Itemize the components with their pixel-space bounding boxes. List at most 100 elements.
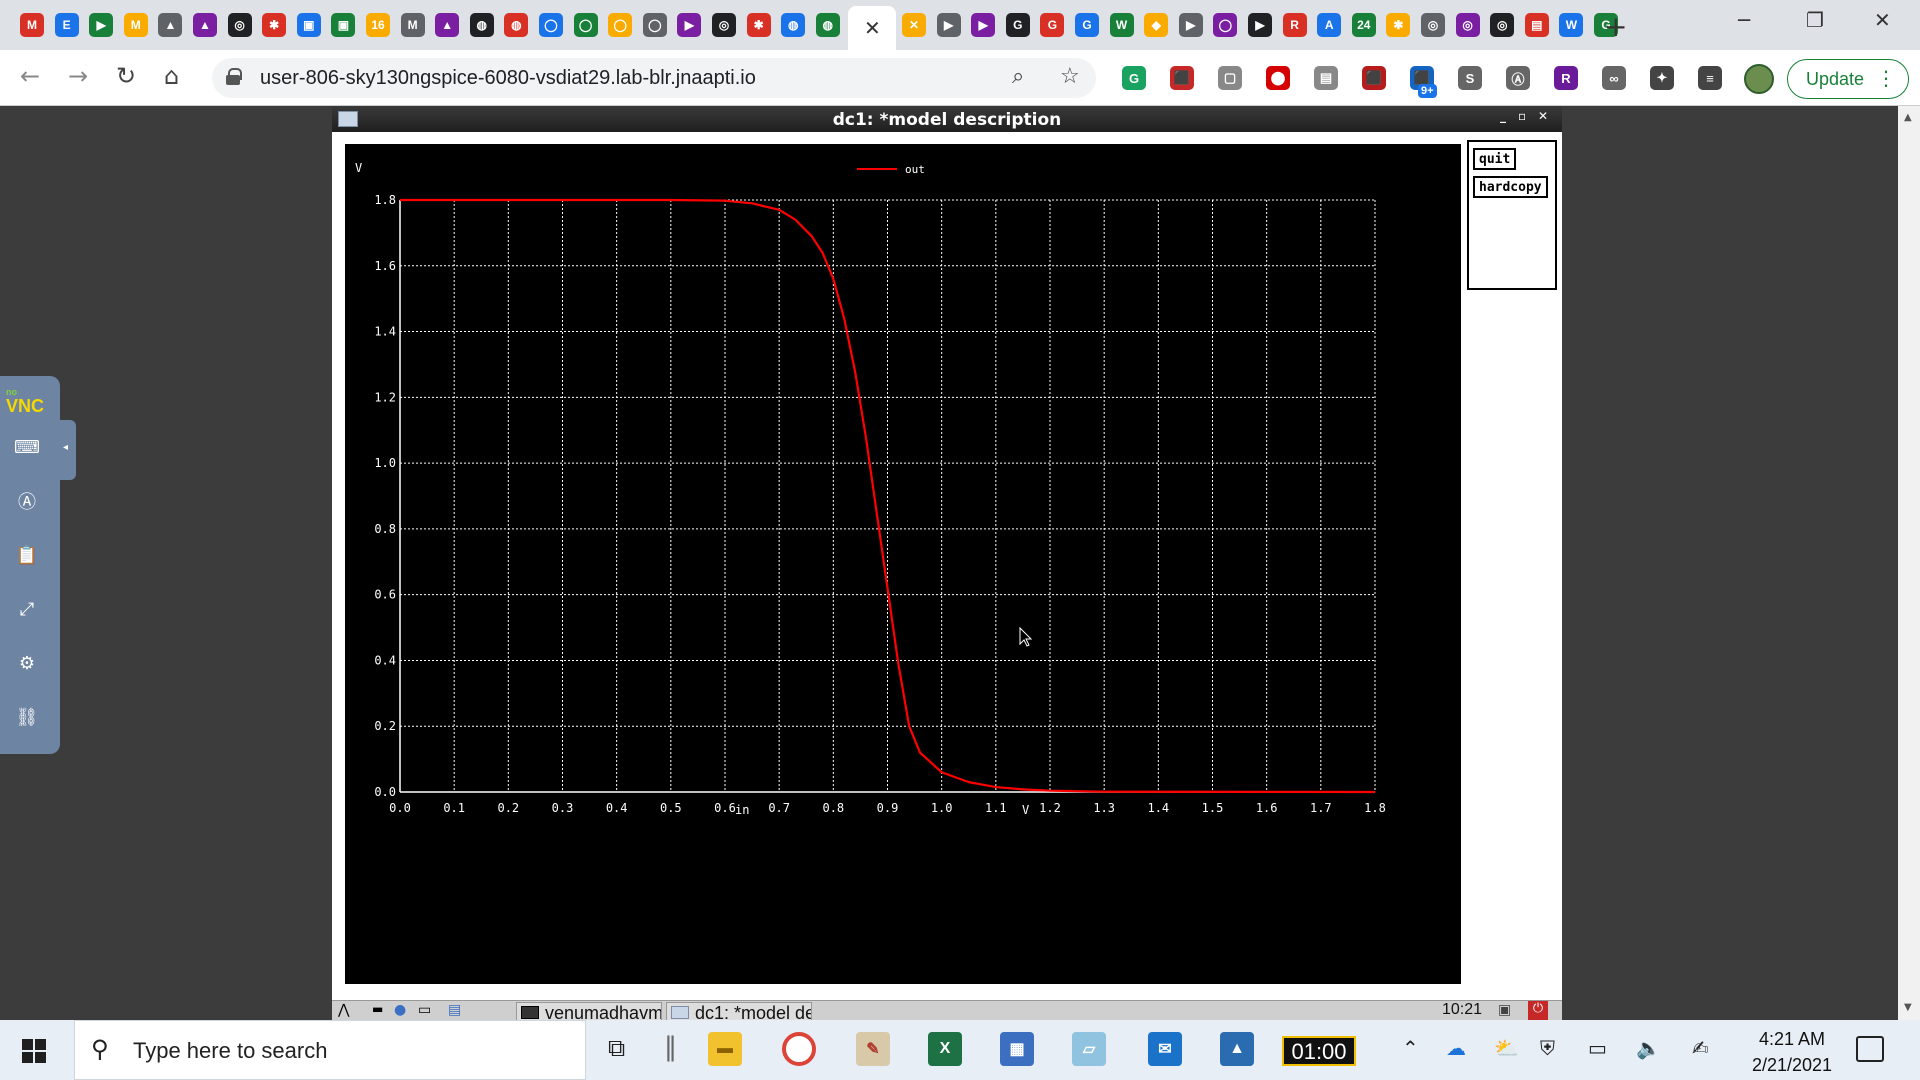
tab-favicon-icon[interactable]: M (20, 13, 44, 37)
tab-favicon-icon[interactable]: ▤ (1524, 13, 1549, 37)
pen-icon[interactable]: ✍ (1692, 1036, 1709, 1060)
tab-favicon-icon[interactable]: ✱ (262, 13, 287, 37)
tab-favicon-icon[interactable]: ▣ (331, 13, 356, 37)
bookmark-star-icon[interactable]: ☆ (1060, 64, 1080, 89)
tab-favicon-icon[interactable]: ▶ (89, 13, 114, 37)
tab-favicon-icon[interactable]: ◎ (712, 13, 736, 37)
tab-favicon-icon[interactable]: ▲ (435, 13, 460, 37)
files-icon[interactable]: ▭ (418, 1002, 431, 1018)
notification-center-icon[interactable] (1856, 1036, 1884, 1062)
plot-area[interactable]: 0.0 0.1 0.2 0.3 0.4 0.5 0.6 0.7 0.8 0.9 1.0 1.1 1.2 1… (345, 144, 1461, 984)
onedrive-icon[interactable]: ☁ (1446, 1036, 1466, 1060)
tab-favicon-icon[interactable]: ◎ (1421, 13, 1445, 37)
tab-favicon-icon[interactable]: ▶ (971, 13, 996, 37)
hardcopy-button[interactable]: hardcopy (1473, 176, 1548, 198)
terminal-icon[interactable]: ▤ (448, 1002, 461, 1018)
tab-favicon-icon[interactable]: ◍ (781, 13, 806, 37)
url-text[interactable]: user-806-sky130ngspice-6080-vsdiat29.lab… (260, 67, 756, 90)
minimize-icon[interactable]: _ (1500, 109, 1506, 123)
extra-keys-icon[interactable]: ⌨ (12, 432, 42, 462)
scroll-down-icon[interactable]: ▼ (1904, 1002, 1912, 1013)
keyboard-icon[interactable]: Ⓐ (12, 486, 42, 516)
control-bar-handle[interactable]: ◂ (60, 420, 76, 480)
extension-icon[interactable]: ⬤ (1266, 66, 1290, 90)
settings-gear-icon[interactable]: ⚙ (12, 648, 42, 678)
tab-favicon-icon[interactable]: ▣ (296, 13, 321, 37)
tab-favicon-icon[interactable]: G (1075, 13, 1099, 37)
taskbar-clock[interactable]: 4:21 AM 2/21/2021 (1742, 1026, 1842, 1078)
tab-favicon-icon[interactable]: ✕ (902, 13, 926, 37)
tab-favicon-icon[interactable]: ◍ (504, 13, 529, 37)
file-explorer-icon[interactable]: ▬ (708, 1032, 742, 1066)
close-tab-icon[interactable]: ✕ (864, 16, 881, 40)
tab-favicon-icon[interactable]: 24 (1351, 13, 1376, 37)
menu-dots-icon[interactable]: ⋮ (1876, 66, 1896, 90)
extension-icon[interactable]: ≡ (1698, 66, 1722, 90)
tab-favicon-icon[interactable]: 16 (366, 13, 390, 37)
address-bar[interactable]: user-806-sky130ngspice-6080-vsdiat29.lab… (212, 58, 1096, 98)
home-icon[interactable]: ⌂ (164, 62, 179, 90)
active-tab[interactable]: ✕ (848, 6, 896, 50)
tab-favicon-icon[interactable]: ✱ (746, 13, 771, 37)
taskbar-item-terminal[interactable]: venumadhavm... (516, 1002, 662, 1021)
mail-icon[interactable]: ✉ (1148, 1032, 1182, 1066)
tab-favicon-icon[interactable]: ◯ (608, 13, 633, 37)
excel-icon[interactable]: X (928, 1032, 962, 1066)
battery-icon[interactable]: ▭ (1588, 1036, 1607, 1060)
show-hidden-icons[interactable]: ⌃ (1402, 1036, 1419, 1060)
tab-favicon-icon[interactable]: M (400, 13, 425, 37)
extension-icon[interactable]: ⬛ (1362, 66, 1386, 90)
reload-icon[interactable]: ↻ (116, 62, 136, 90)
tab-favicon-icon[interactable]: ◯ (642, 13, 667, 37)
close-icon[interactable]: ✕ (1538, 109, 1548, 123)
maximize-icon[interactable]: ▫ (1518, 109, 1526, 123)
profile-avatar[interactable] (1744, 64, 1774, 94)
clipboard-icon[interactable]: 📋 (12, 540, 42, 570)
fullscreen-icon[interactable]: ⤢ (12, 594, 42, 624)
tab-favicon-icon[interactable]: ▶ (1248, 13, 1272, 37)
tab-favicon-icon[interactable]: ◯ (573, 13, 598, 37)
chrome-icon[interactable] (782, 1032, 816, 1066)
windows-start-icon[interactable] (22, 1039, 46, 1063)
tab-favicon-icon[interactable]: ◎ (227, 13, 252, 37)
update-button[interactable]: Update ⋮ (1787, 59, 1909, 99)
extension-icon[interactable]: Ⓐ (1506, 66, 1530, 90)
page-scrollbar[interactable]: ▲ ▼ (1898, 106, 1920, 1020)
tab-favicon-icon[interactable]: ▶ (1178, 13, 1203, 37)
taskbar-item-plot[interactable]: dc1: *model de... (666, 1002, 812, 1021)
calculator-icon[interactable]: ▦ (1000, 1032, 1034, 1066)
tab-favicon-icon[interactable]: G (1040, 13, 1065, 37)
back-icon[interactable]: ← (20, 62, 40, 90)
restore-window-icon[interactable]: ❐ (1806, 8, 1824, 32)
tab-favicon-icon[interactable]: ◍ (469, 13, 494, 37)
paint-icon[interactable]: ✎ (856, 1032, 890, 1066)
close-window-icon[interactable]: ✕ (1874, 8, 1891, 32)
taskbar-search[interactable]: ⚲ Type here to search (74, 1020, 586, 1080)
browser-icon[interactable]: ● (394, 1002, 406, 1018)
tab-favicon-icon[interactable]: ◯ (1213, 13, 1238, 37)
extension-icon[interactable]: R (1554, 66, 1578, 90)
tab-favicon-icon[interactable]: R (1282, 13, 1307, 37)
extension-icon[interactable]: ∞ (1602, 66, 1626, 90)
disconnect-icon[interactable]: ⛓ (12, 702, 42, 732)
tab-favicon-icon[interactable]: ▲ (193, 13, 217, 37)
tab-favicon-icon[interactable]: ◎ (1455, 13, 1480, 37)
minimize-all-icon[interactable]: ▬ (372, 1002, 383, 1016)
tab-favicon-icon[interactable]: M (123, 13, 148, 37)
tab-favicon-icon[interactable]: G (1005, 13, 1030, 37)
scroll-up-icon[interactable]: ▲ (1904, 112, 1912, 123)
photos-icon[interactable]: ▲ (1220, 1032, 1254, 1066)
window-titlebar[interactable]: dc1: *model description _ ▫ ✕ (332, 106, 1562, 132)
zoom-icon[interactable]: ⌕ (1012, 64, 1024, 89)
new-tab-icon[interactable]: + (1604, 10, 1627, 43)
tab-favicon-icon[interactable]: ◆ (1144, 13, 1169, 37)
timer-app[interactable]: 01:00 (1282, 1036, 1356, 1066)
extension-icon[interactable]: ✦ (1650, 66, 1674, 90)
volume-icon[interactable]: 🔈 (1636, 1036, 1661, 1060)
forward-icon[interactable]: → (68, 62, 88, 90)
tab-favicon-icon[interactable]: ▶ (677, 13, 702, 37)
tab-favicon-icon[interactable]: ◯ (539, 13, 563, 37)
minimize-window-icon[interactable]: ─ (1738, 8, 1750, 32)
lock-screen-icon[interactable]: ▣ (1498, 1002, 1511, 1018)
extension-icon[interactable]: ▤ (1314, 66, 1338, 90)
